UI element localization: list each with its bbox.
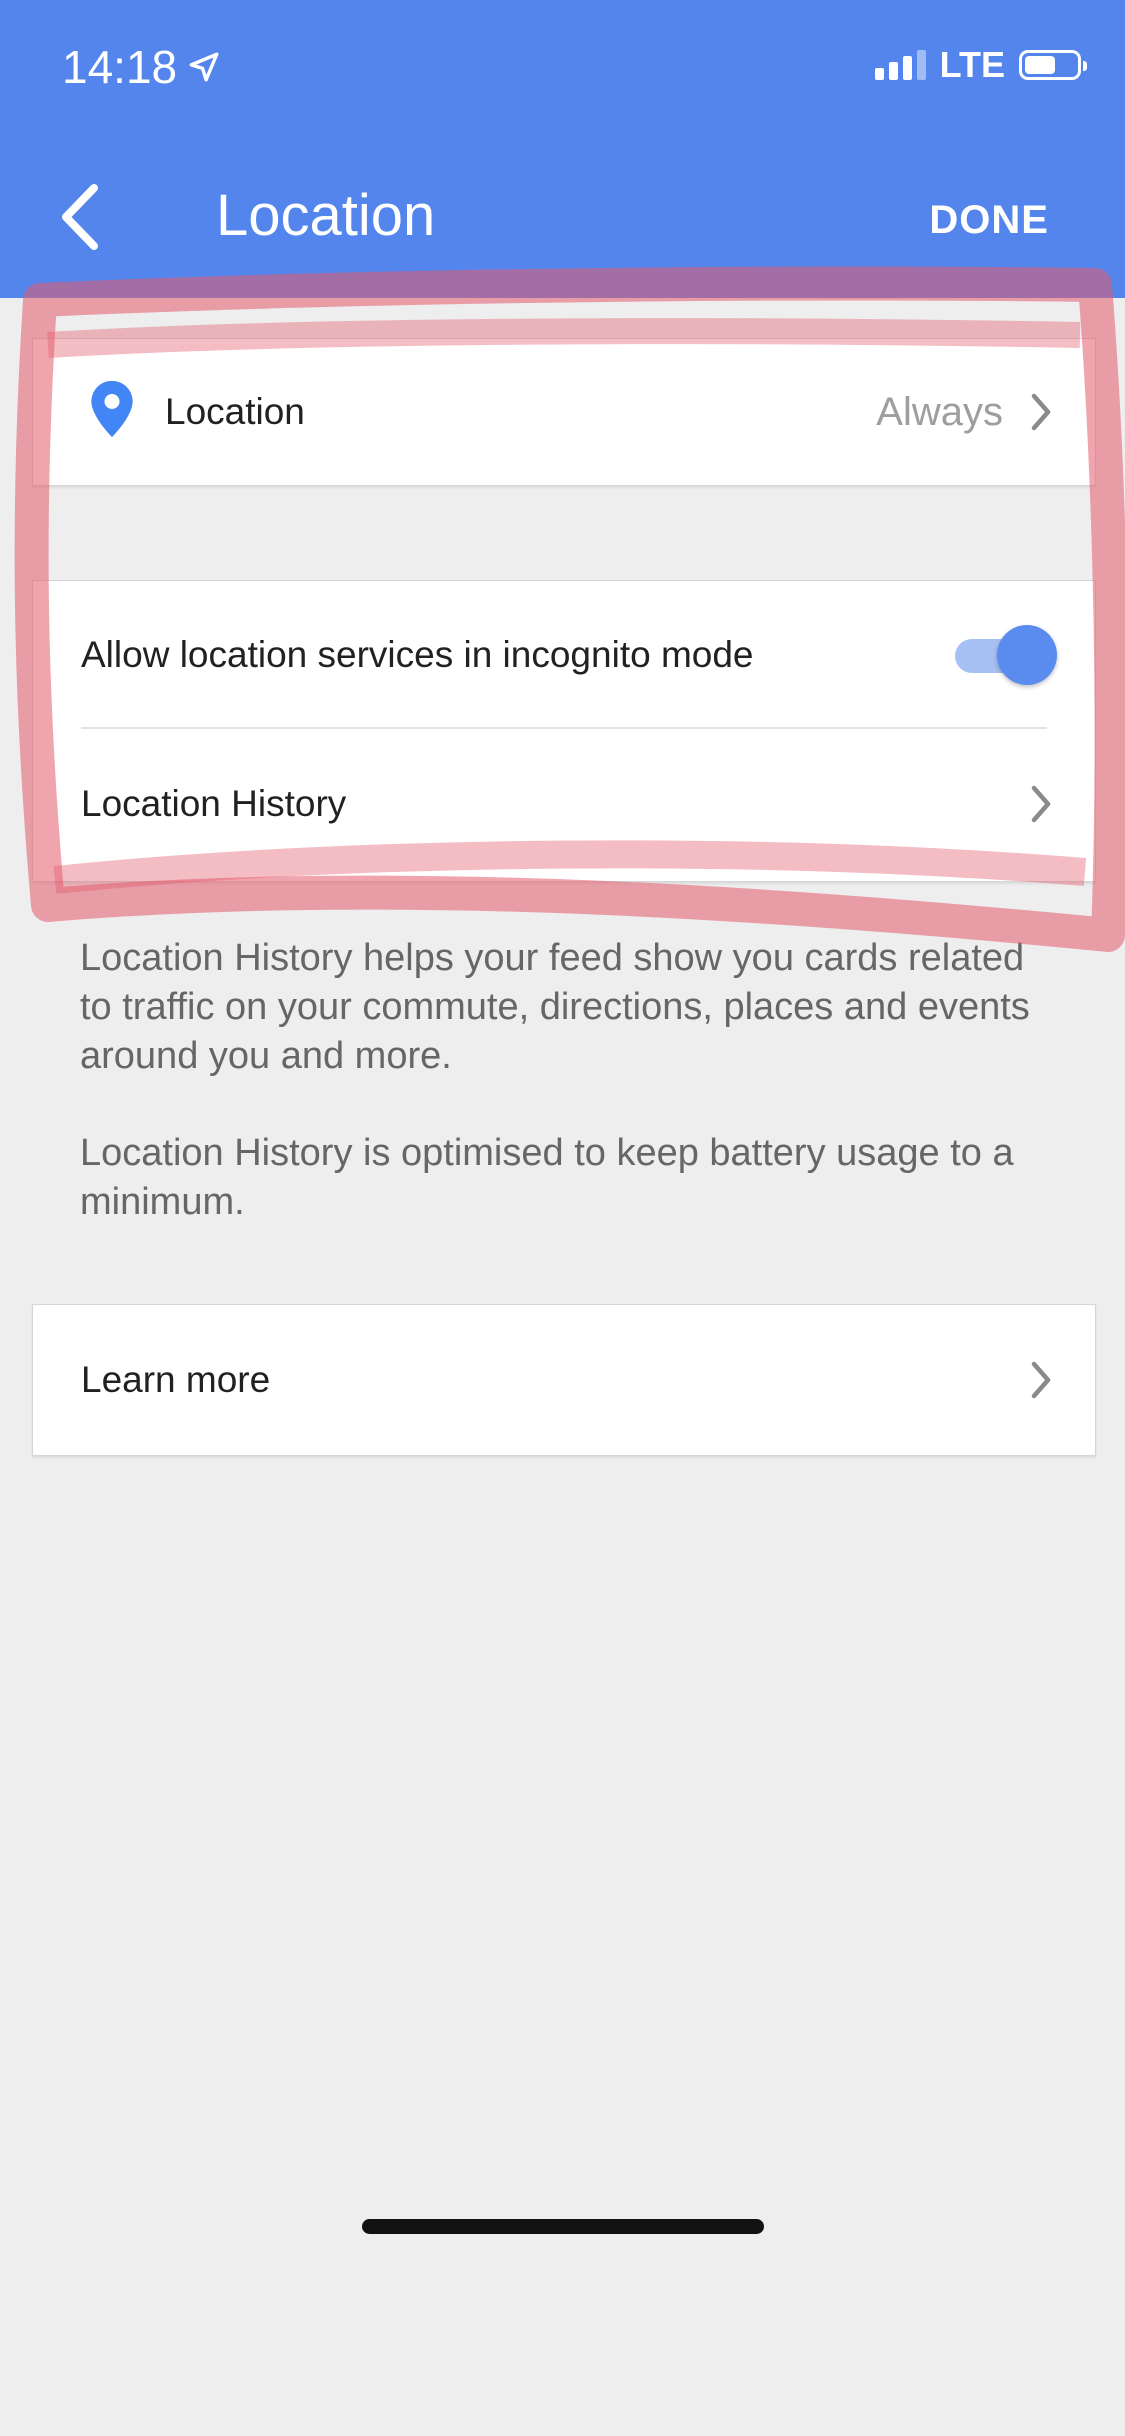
status-bar-time: 14:18 xyxy=(62,40,221,94)
status-bar-right: LTE xyxy=(874,44,1087,86)
learn-more-label: Learn more xyxy=(81,1359,271,1400)
home-indicator[interactable] xyxy=(362,2219,764,2234)
chevron-right-icon xyxy=(1031,1361,1051,1399)
location-row-value: Always xyxy=(876,389,1003,434)
clock: 14:18 xyxy=(62,41,178,93)
location-history-row[interactable]: Location History xyxy=(33,729,1095,879)
incognito-row-label: Allow location services in incognito mod… xyxy=(81,634,754,675)
done-button[interactable]: DONE xyxy=(929,198,1049,243)
network-label: LTE xyxy=(939,44,1005,85)
location-card: Location Always xyxy=(32,338,1096,486)
description-paragraph-2: Location History is optimised to keep ba… xyxy=(80,1132,1014,1223)
learn-more-row[interactable]: Learn more xyxy=(33,1305,1095,1455)
location-arrow-icon xyxy=(189,52,219,82)
learn-more-card: Learn more xyxy=(32,1304,1096,1456)
back-arrow-icon[interactable] xyxy=(56,182,106,252)
description-paragraph-1: Location History helps your feed show yo… xyxy=(80,937,1030,1077)
location-history-label: Location History xyxy=(81,783,347,824)
incognito-toggle[interactable] xyxy=(947,625,1057,685)
chevron-right-icon xyxy=(1031,785,1051,823)
page-title: Location xyxy=(216,183,436,248)
location-pin-icon xyxy=(91,380,133,438)
location-row-label: Location xyxy=(165,391,305,432)
signal-icon xyxy=(874,50,926,80)
chevron-right-icon xyxy=(1031,393,1051,431)
settings-card: Allow location services in incognito mod… xyxy=(32,580,1096,882)
incognito-row: Allow location services in incognito mod… xyxy=(33,581,1095,729)
battery-icon xyxy=(1019,50,1087,80)
location-row[interactable]: Location Always xyxy=(33,339,1095,485)
app-header: 14:18 LTE Location DONE xyxy=(0,0,1125,298)
